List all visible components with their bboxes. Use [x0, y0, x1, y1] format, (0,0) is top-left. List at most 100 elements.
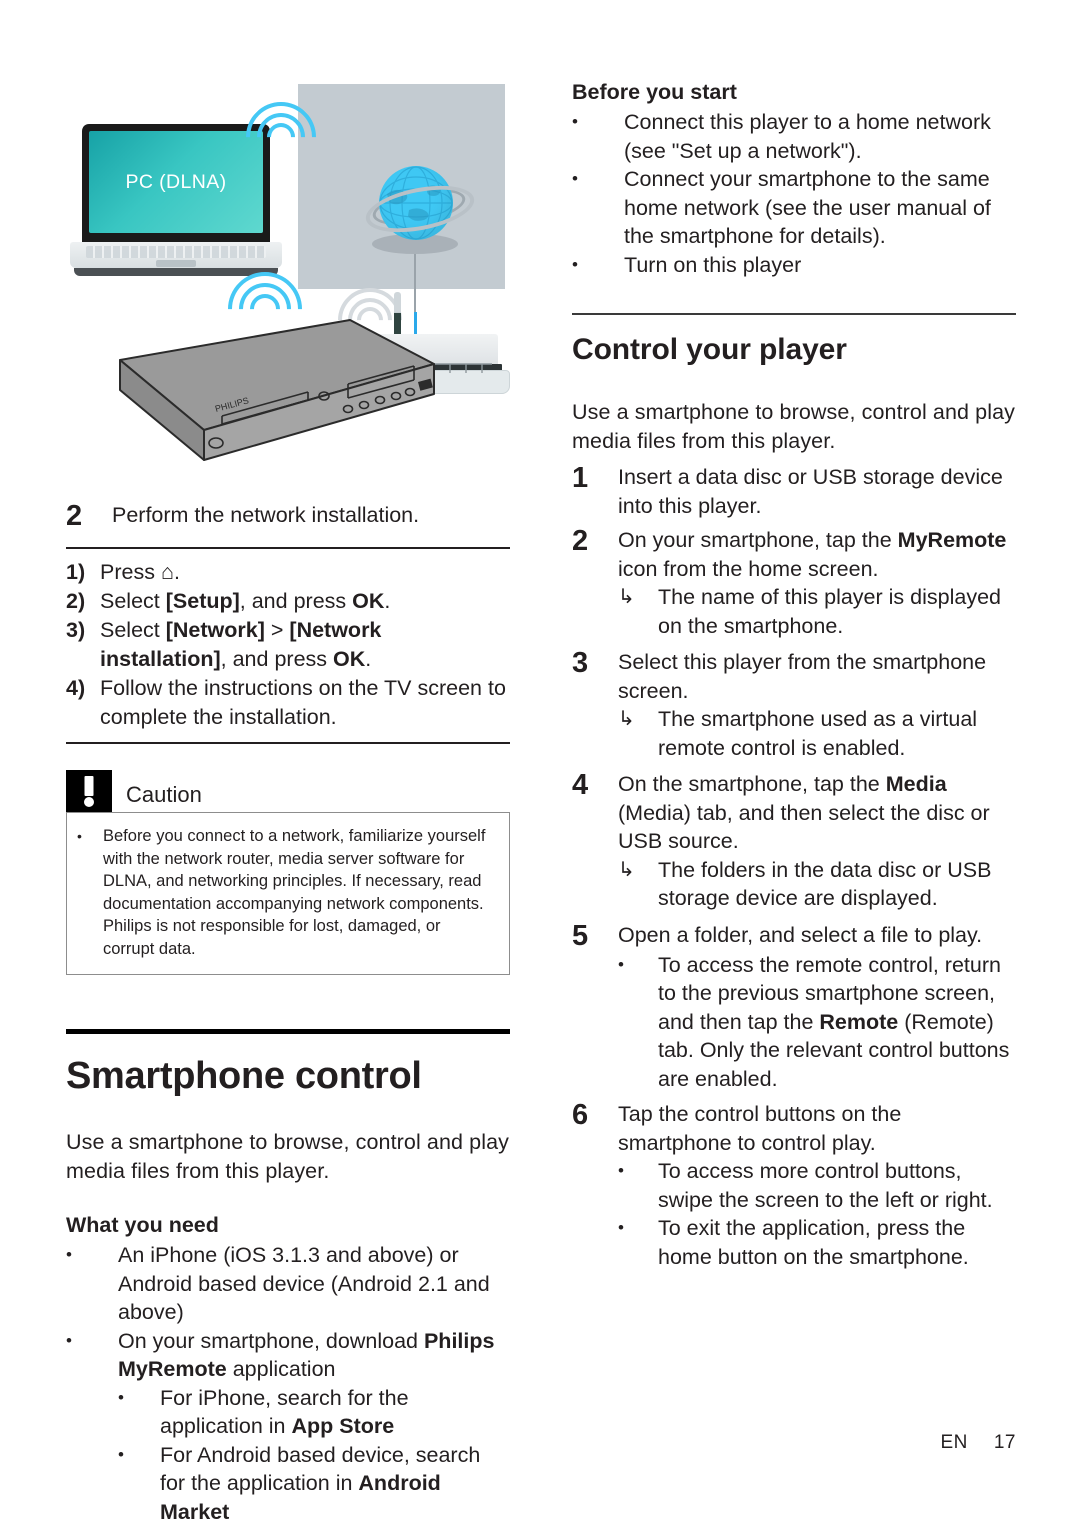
caution-header: Caution [66, 770, 510, 812]
step-text: Select this player from the smartphone s… [618, 650, 987, 703]
step-6: 6 Tap the control buttons on the smartph… [572, 1100, 1016, 1157]
step-3: 3 Select this player from the smartphone… [572, 648, 1016, 705]
result-text: The smartphone used as a virtual remote … [658, 707, 978, 760]
substep-3: 3) Select [Network] > [Network installat… [66, 616, 510, 674]
section-title: Control your player [572, 333, 847, 366]
section-intro: Use a smartphone to browse, control and … [572, 400, 1015, 453]
substep-text: Select [Setup], and press OK. [100, 589, 391, 613]
bullet-glyph: • [572, 112, 578, 131]
list-item: • Connect your smartphone to the same ho… [572, 165, 1016, 251]
network-setup-illustration: PC (DLNA) PHILIPS [66, 62, 518, 492]
arrow-icon: ↳ [618, 586, 635, 608]
bullet-glyph: • [77, 828, 82, 844]
step-number: 1 [572, 462, 589, 494]
laptop-screen-label: PC (DLNA) [125, 170, 227, 193]
step-4-results: ↳ The folders in the data disc or USB st… [618, 856, 1016, 913]
substeps-list: 1) Press ⌂. 2) Select [Setup], and press… [66, 558, 510, 732]
caution-item-text: Before you connect to a network, familia… [103, 827, 486, 958]
globe-icon [362, 158, 478, 258]
list-item-text: To access the remote control, return to … [658, 952, 1010, 1091]
step-6-bullets: • To access more control buttons, swipe … [618, 1157, 1016, 1271]
step-4: 4 On the smartphone, tap the Media (Medi… [572, 770, 1016, 856]
step-number: 2 [66, 500, 83, 532]
footer-language: EN [940, 1432, 968, 1453]
what-you-need-title: What you need [66, 1213, 219, 1237]
list-item: • To access the remote control, return t… [618, 951, 1016, 1094]
result-text: The folders in the data disc or USB stor… [658, 857, 992, 911]
step-text: Insert a data disc or USB storage device… [618, 465, 1003, 518]
step-2-results: ↳ The name of this player is displayed o… [618, 583, 1016, 640]
list-item: • An iPhone (iOS 3.1.3 and above) or And… [66, 1241, 510, 1327]
step-text: Perform the network installation. [112, 503, 420, 527]
section-rule [572, 313, 1016, 315]
step-5: 5 Open a folder, and select a file to pl… [572, 921, 1016, 951]
list-item-text: On your smartphone, download Philips MyR… [118, 1328, 495, 1382]
arrow-icon: ↳ [618, 858, 635, 881]
substep-marker: 4) [66, 676, 86, 700]
what-you-need-list: • An iPhone (iOS 3.1.3 and above) or And… [66, 1241, 510, 1384]
substep-text: Follow the instructions on the TV screen… [100, 676, 506, 729]
step-5-bullets: • To access the remote control, return t… [618, 951, 1016, 1094]
bullet-glyph: • [572, 169, 578, 188]
result-item: ↳ The name of this player is displayed o… [618, 583, 1016, 640]
step-2-network-installation: 2 Perform the network installation. [66, 501, 510, 531]
substep-2: 2) Select [Setup], and press OK. [66, 587, 510, 616]
list-item: • To exit the application, press the hom… [618, 1214, 1016, 1271]
list-item-text: To exit the application, press the home … [658, 1216, 969, 1269]
substep-text: Select [Network] > [Network installation… [100, 618, 382, 671]
substep-marker: 1) [66, 560, 86, 584]
chapter-rule [66, 1029, 510, 1034]
list-item: • On your smartphone, download Philips M… [66, 1327, 510, 1384]
bullet-glyph: • [618, 1218, 624, 1237]
result-item: ↳ The folders in the data disc or USB st… [618, 856, 1016, 913]
list-item-text: An iPhone (iOS 3.1.3 and above) or Andro… [118, 1243, 490, 1324]
bullet-glyph: • [66, 1245, 72, 1264]
step-number: 3 [572, 647, 589, 679]
bullet-glyph: • [618, 1161, 624, 1180]
step-number: 4 [572, 769, 589, 801]
disc-player-icon: PHILIPS [112, 312, 442, 462]
step-number: 5 [572, 919, 589, 952]
page-footer: EN 17 [0, 1432, 1016, 1454]
step-3-results: ↳ The smartphone used as a virtual remot… [618, 705, 1016, 762]
step-number: 2 [572, 525, 589, 557]
divider-bottom [66, 742, 510, 744]
bullet-glyph: • [618, 954, 624, 974]
caution-title: Caution [126, 782, 202, 807]
substep-marker: 3) [66, 618, 86, 642]
globe-connection-line [414, 254, 416, 320]
list-item-text: Connect your smartphone to the same home… [624, 167, 991, 248]
list-item-text: Turn on this player [624, 252, 802, 277]
list-item: • Turn on this player [572, 251, 1016, 280]
list-item: • Connect this player to a home network … [572, 108, 1016, 165]
bullet-glyph: • [66, 1330, 72, 1350]
step-number: 6 [572, 1099, 589, 1131]
step-text: Open a folder, and select a file to play… [618, 922, 983, 947]
laptop-screen: PC (DLNA) [89, 131, 263, 233]
right-column: Before you start • Connect this player t… [572, 78, 1016, 1271]
step-1: 1 Insert a data disc or USB storage devi… [572, 463, 1016, 520]
caution-box: Caution • Before you connect to a networ… [66, 770, 510, 975]
substep-1: 1) Press ⌂. [66, 558, 510, 587]
result-text: The name of this player is displayed on … [658, 585, 1001, 638]
store-sub-list: • For iPhone, search for the application… [118, 1384, 510, 1527]
home-icon: ⌂ [160, 560, 174, 584]
list-item-text: To access more control buttons, swipe th… [658, 1159, 993, 1212]
chapter-intro: Use a smartphone to browse, control and … [66, 1130, 509, 1183]
caution-item: • Before you connect to a network, famil… [77, 825, 495, 960]
substep-text: Press ⌂. [100, 560, 180, 584]
substep-4: 4) Follow the instructions on the TV scr… [66, 674, 510, 732]
before-you-start-list: • Connect this player to a home network … [572, 108, 1016, 279]
caution-body: • Before you connect to a network, famil… [66, 812, 510, 975]
substep-marker: 2) [66, 589, 86, 613]
list-item-text: Connect this player to a home network (s… [624, 110, 991, 163]
bullet-glyph: • [572, 254, 578, 274]
manual-page: PC (DLNA) PHILIPS 2 Perform the network … [0, 0, 1080, 1527]
step-text: On the smartphone, tap the Media (Media)… [618, 772, 990, 853]
list-item: • To access more control buttons, swipe … [618, 1157, 1016, 1214]
page-title: Smartphone control [66, 1055, 422, 1097]
arrow-icon: ↳ [618, 708, 635, 730]
result-item: ↳ The smartphone used as a virtual remot… [618, 705, 1016, 762]
before-you-start-title: Before you start [572, 80, 737, 104]
left-column: 2 Perform the network installation. 1) P… [66, 495, 510, 1526]
